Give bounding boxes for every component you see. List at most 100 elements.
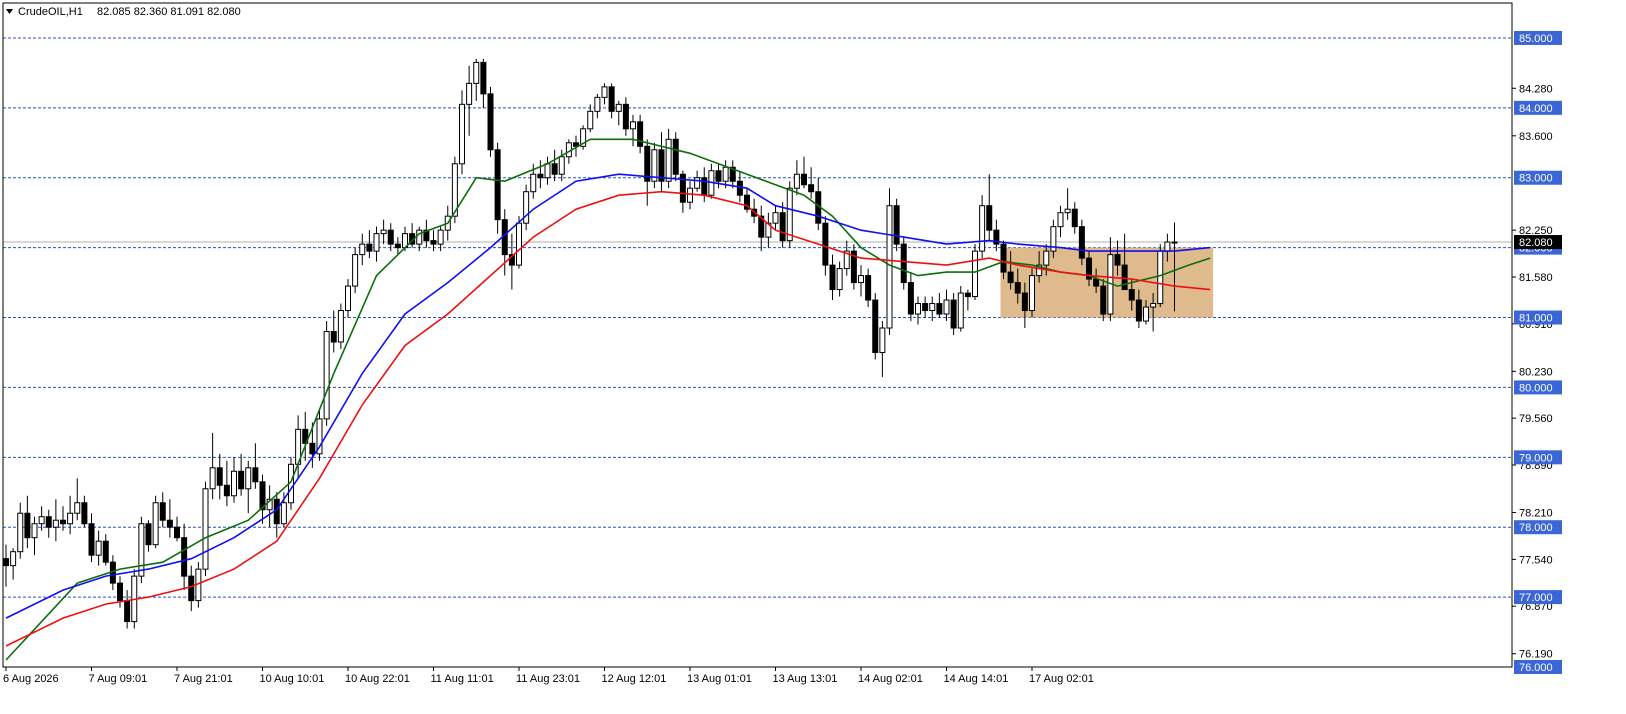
candle (145, 520, 152, 552)
candle (836, 261, 843, 297)
candle (594, 93, 601, 119)
chart-symbol-timeframe: CrudeOIL,H1 (18, 6, 83, 18)
candle-body-bear (252, 467, 259, 483)
candle (772, 205, 779, 231)
candle-body-bear (608, 86, 615, 112)
candle (316, 408, 323, 461)
candle (858, 265, 864, 297)
candle-body-bear (387, 229, 394, 245)
candle (345, 279, 351, 318)
candle (52, 499, 59, 542)
candle-body-bull (138, 523, 145, 577)
candle (936, 293, 943, 318)
candle (95, 530, 102, 566)
price-chart[interactable]: 84.28083.60082.25081.58080.91080.23079.5… (0, 0, 1626, 714)
level-price-tag-label: 84.000 (1519, 103, 1553, 115)
candle (181, 523, 188, 591)
candle (302, 411, 309, 461)
candle-body-bull (601, 86, 608, 98)
candle (238, 453, 245, 496)
candle (1064, 188, 1071, 220)
candle (829, 254, 836, 301)
candle-body-bull (957, 292, 964, 329)
candle-body-bear (1021, 292, 1028, 312)
candle-body-bear (102, 540, 109, 563)
candle (10, 548, 17, 580)
candle (45, 509, 52, 538)
candle-body-bear (1100, 285, 1107, 315)
candle-body-bull (836, 268, 843, 291)
candle (708, 163, 715, 199)
triangle-down-icon[interactable] (6, 9, 13, 14)
candle-body-bull (929, 303, 936, 312)
candle (551, 149, 558, 182)
x-tick-label: 7 Aug 09:01 (89, 673, 148, 685)
candle-body-bear (801, 173, 807, 186)
candle (501, 209, 508, 276)
candle (138, 516, 145, 584)
chart-window[interactable]: 84.280 83.600 82.250 81.580 80.910 80.230 79.5… (0, 0, 1626, 714)
candle (159, 492, 166, 528)
candle-body-bull (530, 173, 537, 193)
candle-body-bear (950, 299, 957, 329)
x-tick-label: 14 Aug 14:01 (944, 673, 1009, 685)
candle (487, 86, 494, 157)
candle (88, 513, 95, 563)
candle (74, 478, 81, 521)
candle-body-bear (60, 519, 66, 525)
candle-body-bull (558, 156, 565, 175)
candle-body-bull (979, 205, 986, 252)
candle-body-bull (38, 516, 45, 525)
candle (81, 495, 88, 528)
candle-body-bull (1057, 212, 1064, 228)
candle-body-bull (323, 331, 330, 420)
y-tick-label: 76.190 (1519, 649, 1553, 661)
candle-body-bear (1128, 289, 1135, 301)
candle-body-bull (359, 243, 366, 256)
candle-body-bull (879, 327, 886, 353)
y-tick-label: 80.230 (1519, 366, 1553, 378)
candle (102, 534, 109, 566)
candle (687, 181, 693, 210)
candle-body-bear (330, 331, 337, 343)
level-price-tag-label: 79.000 (1519, 452, 1553, 464)
candle (879, 321, 886, 377)
candle-body-bull (665, 138, 672, 182)
candle-body-bear (829, 264, 836, 291)
candle-body-bull (74, 502, 81, 514)
x-tick-label: 7 Aug 21:01 (174, 673, 233, 685)
candle (893, 198, 900, 252)
y-tick-label: 79.560 (1519, 413, 1553, 425)
candle-body-bear (893, 205, 900, 245)
candle (993, 219, 1000, 252)
candle (801, 156, 807, 189)
candle-body-bull (202, 488, 209, 570)
candle (31, 516, 38, 556)
candle-body-bull (345, 285, 351, 312)
candle (473, 58, 480, 101)
candle-body-bear (964, 292, 971, 298)
candle-body-bull (1043, 250, 1050, 266)
candle-body-bull (373, 233, 380, 252)
candle (245, 460, 252, 514)
candle-body-bull (523, 191, 530, 224)
candle (915, 296, 921, 325)
candle (630, 114, 636, 147)
candle-body-bull (722, 166, 729, 182)
candle (665, 128, 672, 189)
candle (252, 443, 259, 489)
candle-body-bear (1078, 226, 1085, 259)
candle-body-bear (900, 243, 907, 284)
candle (672, 132, 679, 182)
candle-body-bull (95, 540, 102, 556)
candle (943, 289, 950, 322)
candle-body-bull (380, 229, 387, 235)
candle-body-bear (145, 523, 152, 546)
candle-body-bear (430, 240, 437, 245)
candle-body-bull (1157, 250, 1164, 305)
candle (850, 244, 857, 290)
candle-body-bull (972, 250, 978, 298)
candle (950, 293, 957, 335)
candle-body-bear (124, 600, 131, 623)
y-tick-label: 84.280 (1519, 83, 1553, 95)
